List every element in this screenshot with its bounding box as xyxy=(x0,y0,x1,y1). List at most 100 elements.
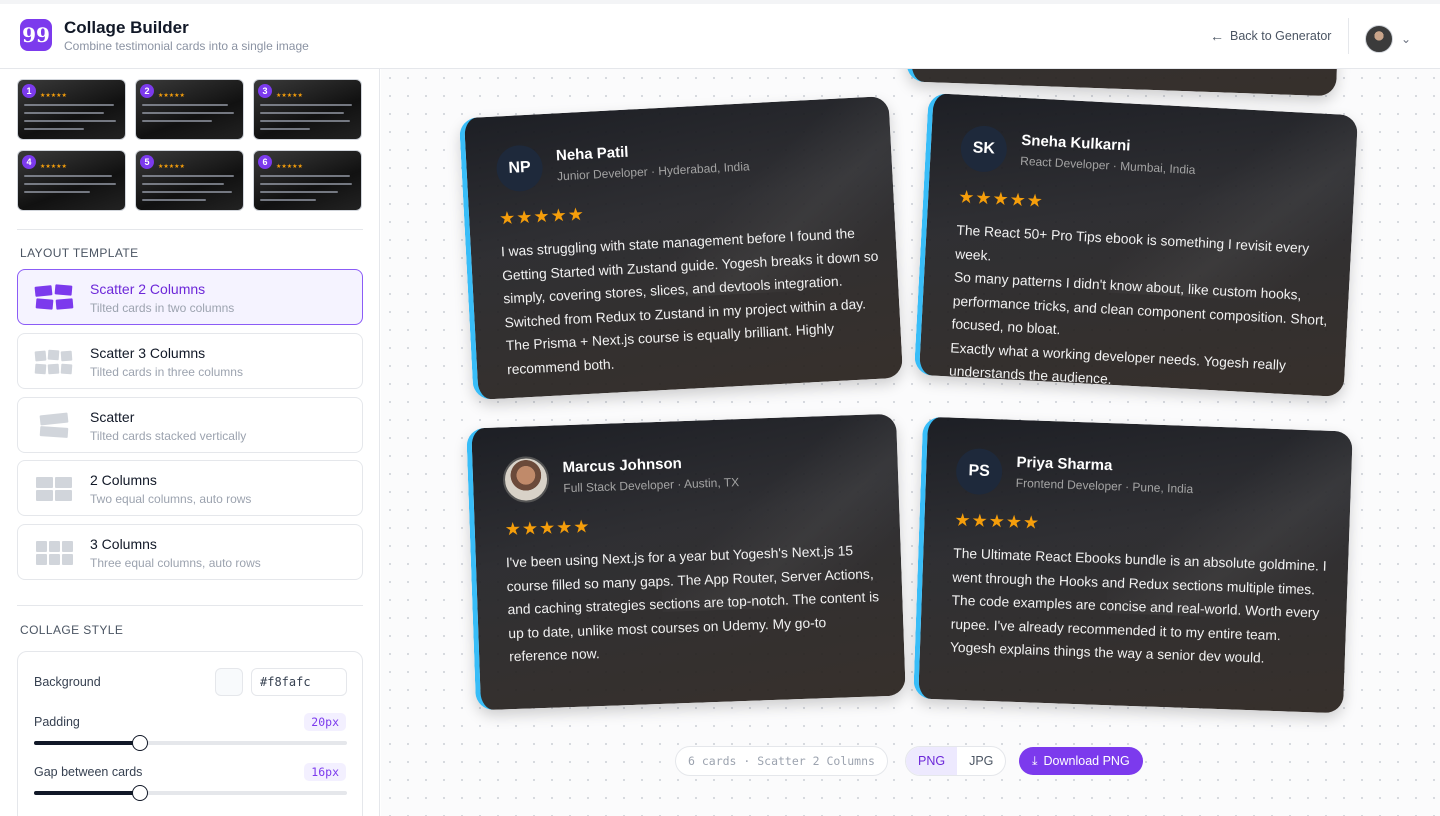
testimonial-text: I've been using Next.js for a year but Y… xyxy=(505,543,880,665)
text-line xyxy=(260,120,350,122)
chevron-down-icon: ⌄ xyxy=(1401,32,1412,46)
template-description: Tilted cards in two columns xyxy=(90,301,235,315)
reviewer-name: Priya Sharma xyxy=(1016,453,1113,475)
back-to-generator-link[interactable]: ← Back to Generator xyxy=(1210,28,1331,44)
format-png-option[interactable]: PNG xyxy=(906,747,958,775)
reviewer-name: Neha Patil xyxy=(555,143,629,165)
two-columns-icon xyxy=(35,476,73,502)
rating-stars-icon: ★★★★★ xyxy=(957,186,1045,212)
app-header: 99 Collage Builder Combine testimonial c… xyxy=(0,0,1440,69)
testimonial-text: The Ultimate React Ebooks bundle is an a… xyxy=(949,545,1327,666)
back-link-label: Back to Generator xyxy=(1230,29,1332,43)
collage-canvas: NP Neha Patil Junior Developer · Hyderab… xyxy=(381,69,1440,816)
template-description: Tilted cards in three columns xyxy=(90,365,243,379)
download-button[interactable]: ⤓ Download PNG xyxy=(1019,747,1143,775)
app-title: Collage Builder xyxy=(64,18,189,37)
background-label: Background xyxy=(34,675,101,689)
template-scatter-2-columns[interactable]: Scatter 2 Columns Tilted cards in two co… xyxy=(17,269,363,325)
testimonial-text: I was struggling with state management b… xyxy=(500,225,879,377)
card-avatar: NP xyxy=(495,144,544,193)
template-description: Three equal columns, auto rows xyxy=(90,556,261,570)
template-name: Scatter 2 Columns xyxy=(90,281,206,297)
text-line xyxy=(260,199,316,201)
card-thumbnail[interactable]: 2 ★★★★★ xyxy=(135,79,244,140)
reviewer-photo-avatar xyxy=(502,455,550,504)
template-name: Scatter 3 Columns xyxy=(90,345,206,361)
thumb-number: 5 xyxy=(140,155,154,169)
text-line xyxy=(24,128,84,130)
thumb-number: 4 xyxy=(22,155,36,169)
arrow-left-icon: ← xyxy=(1210,28,1224,44)
text-line xyxy=(24,112,104,114)
card-thumbnail[interactable]: 5 ★★★★★ xyxy=(135,150,244,211)
text-line xyxy=(260,112,344,114)
template-3-columns[interactable]: 3 Columns Three equal columns, auto rows xyxy=(17,524,363,580)
text-line xyxy=(142,120,212,122)
sidebar: 1 ★★★★★ 2 ★★★★★ 3 ★★★★★ 4 ★★★★★ 5 ★★★★★ 6 ★★★★… xyxy=(0,69,380,816)
background-hex-input[interactable]: #f8fafc xyxy=(251,668,347,696)
thumb-number: 6 xyxy=(258,155,272,169)
text-line xyxy=(142,199,206,201)
gap-value-badge: 16px xyxy=(304,763,346,781)
text-line xyxy=(260,104,352,106)
template-name: 3 Columns xyxy=(90,536,157,552)
slider-fill xyxy=(34,741,141,745)
scatter-3-columns-icon xyxy=(34,349,73,375)
card-thumbnail[interactable]: 3 ★★★★★ xyxy=(253,79,362,140)
template-2-columns[interactable]: 2 Columns Two equal columns, auto rows xyxy=(17,460,363,516)
scatter-icon xyxy=(35,412,73,439)
card-thumbnail[interactable]: 6 ★★★★★ xyxy=(253,150,362,211)
stars-icon: ★★★★★ xyxy=(276,93,303,99)
rating-stars-icon: ★★★★★ xyxy=(504,516,591,540)
background-color-swatch[interactable] xyxy=(215,668,243,696)
collage-style-panel: Background #f8fafc Padding 20px Gap betw… xyxy=(17,651,363,816)
format-jpg-option[interactable]: JPG xyxy=(957,747,1005,775)
section-divider xyxy=(17,605,363,606)
app-subtitle: Combine testimonial cards into a single … xyxy=(64,39,309,53)
template-name: Scatter xyxy=(90,409,135,425)
text-line xyxy=(260,175,350,177)
slider-handle[interactable] xyxy=(132,735,149,751)
format-toggle: PNG JPG xyxy=(905,746,1007,776)
layout-template-heading: LAYOUT TEMPLATE xyxy=(20,246,139,260)
rating-stars-icon: ★★★★★ xyxy=(954,509,1041,533)
slider-handle[interactable] xyxy=(132,785,149,801)
stars-icon: ★★★★★ xyxy=(40,93,67,99)
download-icon: ⤓ xyxy=(1032,753,1038,768)
card-thumbnail[interactable]: 1 ★★★★★ xyxy=(17,79,126,140)
thumb-number: 2 xyxy=(140,84,154,98)
three-columns-icon xyxy=(35,540,73,566)
section-divider xyxy=(17,229,363,230)
template-scatter-3-columns[interactable]: Scatter 3 Columns Tilted cards in three … xyxy=(17,333,363,389)
testimonial-card-partial xyxy=(906,69,1346,97)
padding-slider[interactable] xyxy=(34,735,347,751)
testimonial-card: SK Sneha Kulkarni React Developer · Mumb… xyxy=(913,92,1359,398)
stars-icon: ★★★★★ xyxy=(158,164,185,170)
template-name: 2 Columns xyxy=(90,472,157,488)
user-menu-button[interactable]: ⌄ xyxy=(1365,25,1411,53)
text-line xyxy=(24,191,90,193)
header-divider xyxy=(1348,18,1349,54)
gap-slider[interactable] xyxy=(34,785,347,801)
collage-status: 6 cards · Scatter 2 Columns xyxy=(675,746,888,776)
text-line xyxy=(24,104,114,106)
thumb-number: 3 xyxy=(258,84,272,98)
card-avatar: SK xyxy=(959,124,1008,174)
template-description: Tilted cards stacked vertically xyxy=(90,429,247,443)
template-scatter[interactable]: Scatter Tilted cards stacked vertically xyxy=(17,397,363,453)
text-line xyxy=(24,175,112,177)
stars-icon: ★★★★★ xyxy=(40,164,67,170)
text-line xyxy=(260,183,352,185)
testimonial-card: Marcus Johnson Full Stack Developer · Au… xyxy=(466,413,906,711)
rating-stars-icon: ★★★★★ xyxy=(498,204,586,229)
padding-value-badge: 20px xyxy=(304,713,346,731)
quote-logo-icon: 99 xyxy=(20,19,52,51)
testimonial-text: The React 50+ Pro Tips ebook is somethin… xyxy=(948,222,1328,387)
slider-fill xyxy=(34,791,141,795)
scatter-2-columns-icon xyxy=(34,284,74,311)
template-description: Two equal columns, auto rows xyxy=(90,492,252,506)
thumb-number: 1 xyxy=(22,84,36,98)
card-thumbnail[interactable]: 4 ★★★★★ xyxy=(17,150,126,211)
testimonial-card: PS Priya Sharma Frontend Developer · Pun… xyxy=(913,416,1353,714)
gap-label: Gap between cards xyxy=(34,765,143,779)
